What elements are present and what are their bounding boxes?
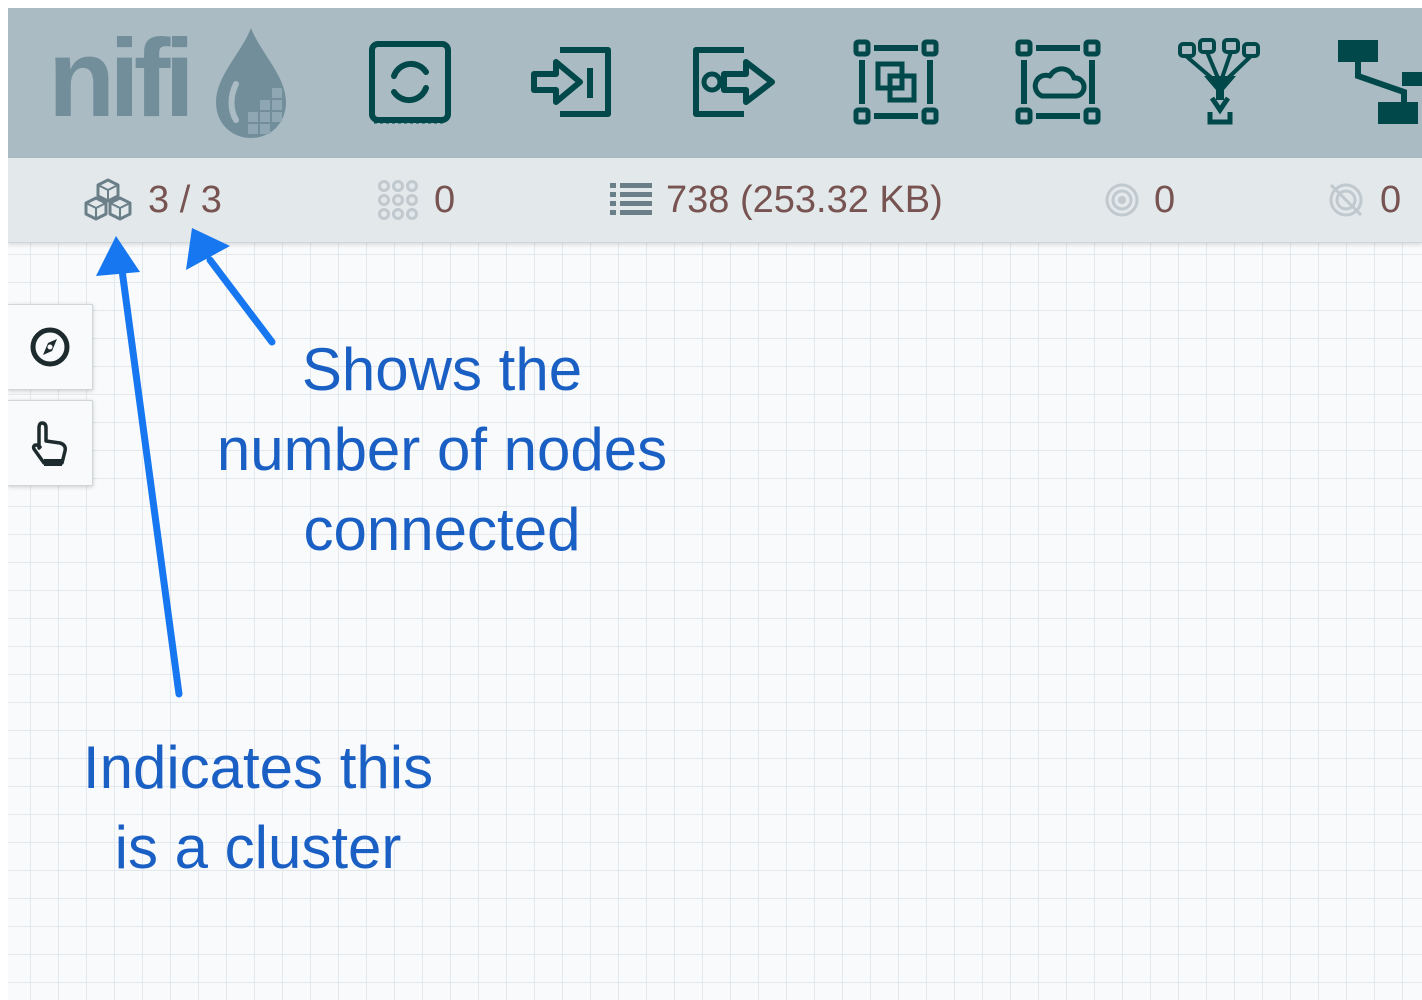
transmitting-icon	[1105, 183, 1139, 217]
cluster-arrow	[96, 236, 183, 698]
process-group-icon	[853, 39, 939, 125]
not-transmitting-icon	[1329, 183, 1363, 217]
cluster-annotation: Indicates this is a cluster	[38, 728, 478, 888]
annotation-line: connected	[303, 496, 581, 563]
cluster-status[interactable]: 3 / 3	[82, 158, 222, 242]
remote-process-group-icon	[1015, 39, 1101, 125]
threads-grid-icon	[378, 180, 418, 220]
toolbar-remote-process-group-button[interactable]	[1012, 36, 1104, 128]
nifi-canvas[interactable]: nifi 3 / 3 0 738 (253.32 KB) 0 0 Shows t…	[8, 8, 1422, 1000]
transmitting-status: 0	[1104, 158, 1175, 242]
not-transmitting-count: 0	[1380, 178, 1402, 221]
nodes-connected-annotation: Shows the number of nodes connected	[182, 330, 702, 570]
operate-toggle-button[interactable]	[8, 400, 93, 486]
toolbar-template-button[interactable]	[1334, 36, 1422, 128]
annotation-line: number of nodes	[216, 416, 668, 483]
annotation-line: Indicates this	[82, 734, 434, 801]
toolbar-processor-button[interactable]	[364, 36, 456, 128]
toolbar-process-group-button[interactable]	[850, 36, 942, 128]
annotation-line: is a cluster	[114, 814, 402, 881]
cubes-icon	[84, 178, 132, 221]
processor-icon	[369, 41, 451, 124]
toolbar-output-port-button[interactable]	[688, 36, 780, 128]
nodes-connected-arrow	[186, 228, 276, 346]
navigate-toggle-button[interactable]	[8, 304, 93, 390]
hand-pointer-icon	[31, 421, 67, 466]
toolbar-input-port-button[interactable]	[526, 36, 618, 128]
cluster-node-count: 3 / 3	[148, 178, 222, 221]
funnel-icon	[1178, 38, 1260, 125]
toolbar-funnel-button[interactable]	[1174, 36, 1266, 128]
logo-text: nifi	[48, 17, 195, 140]
queued-count: 738 (253.32 KB)	[666, 178, 943, 221]
transmitting-count: 0	[1154, 178, 1176, 221]
output-port-icon	[693, 47, 775, 117]
queue-list-icon	[610, 183, 652, 215]
compass-icon	[30, 327, 70, 367]
flow-status-bar: 3 / 3 0 738 (253.32 KB) 0 0	[8, 158, 1422, 243]
annotation-line: Shows the	[301, 336, 583, 403]
header-toolbar: nifi	[8, 8, 1422, 158]
active-threads-status: 0	[376, 158, 455, 242]
logo-drop-icon	[216, 28, 286, 138]
template-icon	[1338, 40, 1422, 124]
not-transmitting-status: 0	[1326, 158, 1401, 242]
input-port-icon	[531, 47, 611, 117]
queued-status: 738 (253.32 KB)	[610, 158, 943, 242]
active-thread-count: 0	[434, 178, 456, 221]
nifi-logo: nifi	[48, 18, 298, 148]
